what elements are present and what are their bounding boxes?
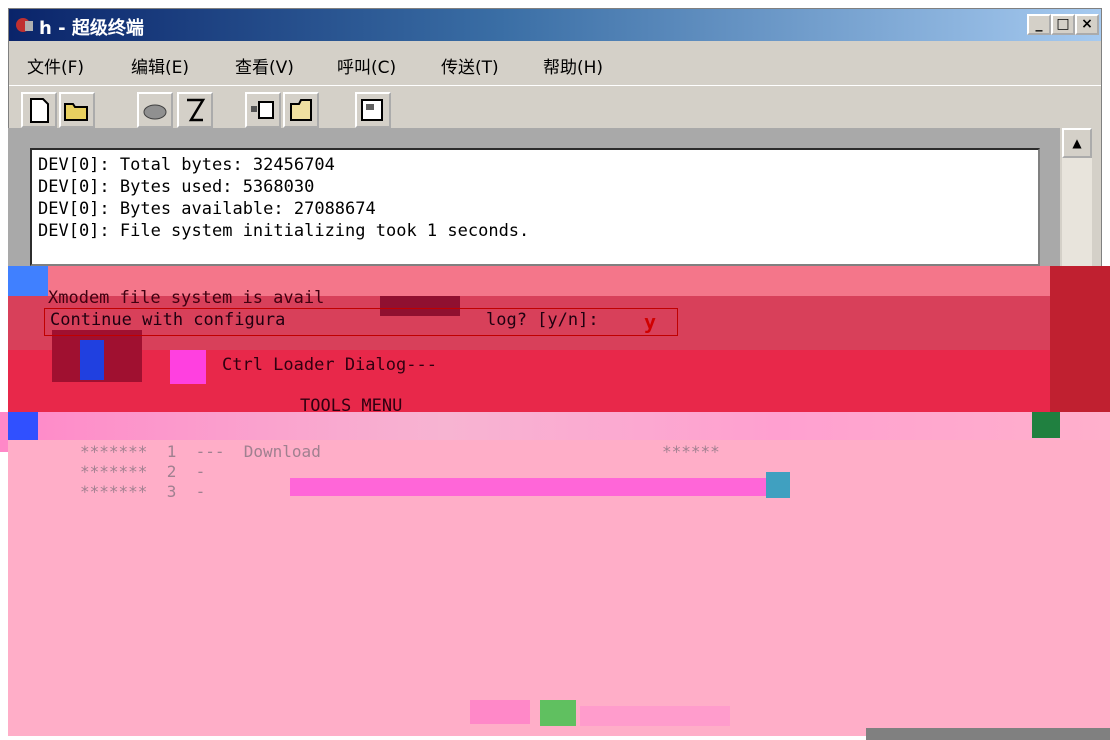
answer-input[interactable]: y <box>644 310 656 334</box>
prompt-text: Continue with configura <box>50 310 286 330</box>
title-bar[interactable]: h - 超级终端 _ □ × <box>9 9 1101 41</box>
menu-transfer[interactable]: 传送(T) <box>441 53 499 78</box>
glitch-block <box>766 472 790 498</box>
menu-option: ******* 2 - <box>80 462 206 481</box>
new-icon[interactable] <box>21 92 57 128</box>
terminal-line: DEV[0]: File system initializing took 1 … <box>38 221 530 241</box>
scroll-up-icon[interactable]: ▲ <box>1062 128 1092 158</box>
menu-view[interactable]: 查看(V) <box>235 53 294 78</box>
xmodem-line: Xmodem file system is avail <box>48 288 325 308</box>
hyperterminal-icon <box>16 18 33 32</box>
minimize-button[interactable]: _ <box>1027 14 1051 35</box>
glitch-block <box>1050 266 1110 412</box>
glitch-block <box>1032 412 1060 438</box>
glitch-block <box>580 706 730 726</box>
disconnect-icon[interactable] <box>137 92 173 128</box>
glitch-block <box>540 700 576 726</box>
glitch-block <box>290 478 790 496</box>
maximize-button[interactable]: □ <box>1051 14 1075 35</box>
dialog-title: Ctrl Loader Dialog--- <box>222 355 437 375</box>
hangup-icon[interactable] <box>177 92 213 128</box>
menu-edit[interactable]: 编辑(E) <box>131 53 189 78</box>
menu-call[interactable]: 呼叫(C) <box>337 53 396 78</box>
receive-icon[interactable] <box>283 92 319 128</box>
menu-file[interactable]: 文件(F) <box>27 53 84 78</box>
terminal-line: DEV[0]: Bytes available: 27088674 <box>38 199 376 219</box>
send-icon[interactable] <box>245 92 281 128</box>
glitch-block <box>170 350 206 384</box>
glitch-block <box>8 266 48 296</box>
menu-bar: 文件(F) 编辑(E) 查看(V) 呼叫(C) 传送(T) 帮助(H) <box>9 47 1101 79</box>
terminal-output[interactable]: DEV[0]: Total bytes: 32456704 DEV[0]: By… <box>30 148 1040 266</box>
prompt-tail: log? [y/n]: <box>486 310 599 330</box>
glitch-block <box>470 700 530 724</box>
menu-stars: ****** <box>662 442 720 461</box>
status-strip <box>866 728 1110 740</box>
menu-help[interactable]: 帮助(H) <box>543 53 603 78</box>
terminal-line: DEV[0]: Total bytes: 32456704 <box>38 155 335 175</box>
glitch-block <box>8 412 38 440</box>
terminal-line: DEV[0]: Bytes used: 5368030 <box>38 177 315 197</box>
properties-icon[interactable] <box>355 92 391 128</box>
open-icon[interactable] <box>59 92 95 128</box>
glitch-block <box>80 340 104 380</box>
window-title: h - 超级终端 <box>39 18 144 39</box>
close-button[interactable]: × <box>1075 14 1099 35</box>
menu-option: ******* 3 - <box>80 482 206 501</box>
menu-option: ******* 1 --- Download <box>80 442 321 461</box>
